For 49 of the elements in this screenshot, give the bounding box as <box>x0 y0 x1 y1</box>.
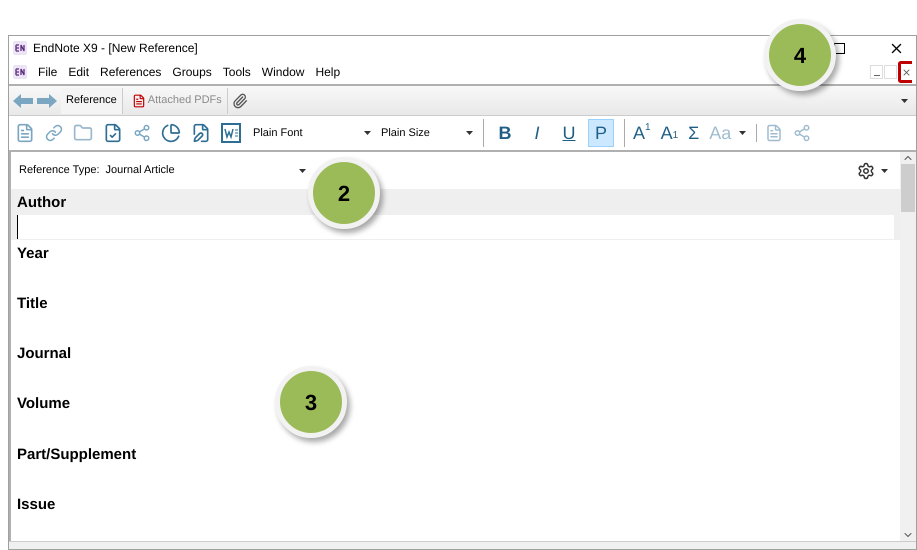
menu-item[interactable]: References <box>100 63 162 81</box>
field-label: Journal <box>17 344 72 364</box>
reference-type-dropdown[interactable]: Journal Article <box>106 162 306 179</box>
field-label: Title <box>17 294 48 314</box>
font-dropdown[interactable]: Plain Font <box>251 123 371 143</box>
pie-chart-icon[interactable] <box>161 123 181 143</box>
nodes-icon[interactable] <box>133 124 151 142</box>
format-button[interactable]: U <box>556 119 582 147</box>
overflow-icon[interactable] <box>901 98 908 102</box>
format-button[interactable]: B <box>492 119 518 147</box>
word-document-icon[interactable] <box>221 123 241 143</box>
caret-icon[interactable] <box>739 131 746 135</box>
caret-icon[interactable] <box>364 131 371 135</box>
pdf-icon <box>132 94 146 108</box>
menu-item[interactable]: Window <box>262 63 304 81</box>
author-input-field[interactable] <box>17 215 894 240</box>
document-logo-icon <box>13 65 27 79</box>
format-button[interactable]: I <box>524 119 550 147</box>
text-style-button[interactable]: A$^{1}$ <box>631 119 653 147</box>
field-label: Issue <box>17 494 56 515</box>
edit-document-icon[interactable] <box>191 123 211 143</box>
text-style-button[interactable]: Σ <box>686 119 702 147</box>
minimize-button[interactable] <box>870 65 883 79</box>
tab[interactable]: Reference <box>61 88 123 114</box>
app-logo-icon <box>13 41 27 55</box>
menu-item[interactable]: File <box>38 63 58 81</box>
close-document-icon[interactable] <box>903 68 910 76</box>
caret-icon[interactable] <box>881 168 888 173</box>
settings-icon[interactable] <box>857 162 875 180</box>
reference-type-label: Reference Type: <box>19 163 100 178</box>
field-label: Author <box>17 193 66 214</box>
menu-item[interactable]: Help <box>315 63 340 81</box>
caret-icon[interactable] <box>466 131 473 135</box>
window-title: EndNote X9 - [New Reference] <box>33 40 198 57</box>
menu-item[interactable]: Groups <box>172 63 212 81</box>
field-label: Volume <box>17 394 70 414</box>
paperclip-icon[interactable] <box>232 92 248 108</box>
field-label: Year <box>17 244 49 264</box>
caret-icon[interactable] <box>298 168 306 173</box>
link-icon[interactable] <box>45 124 63 142</box>
format-button[interactable]: P <box>588 119 614 147</box>
field-label: Part/Supplement <box>17 444 136 465</box>
menu-item[interactable]: Edit <box>68 63 90 81</box>
size-dropdown[interactable]: Plain Size <box>381 123 473 143</box>
menu-item[interactable]: Tools <box>222 63 251 81</box>
scrollbar[interactable] <box>900 152 916 541</box>
close-icon[interactable] <box>891 42 902 54</box>
checked-document-icon[interactable] <box>103 123 123 143</box>
scroll-thumb[interactable] <box>901 164 915 212</box>
